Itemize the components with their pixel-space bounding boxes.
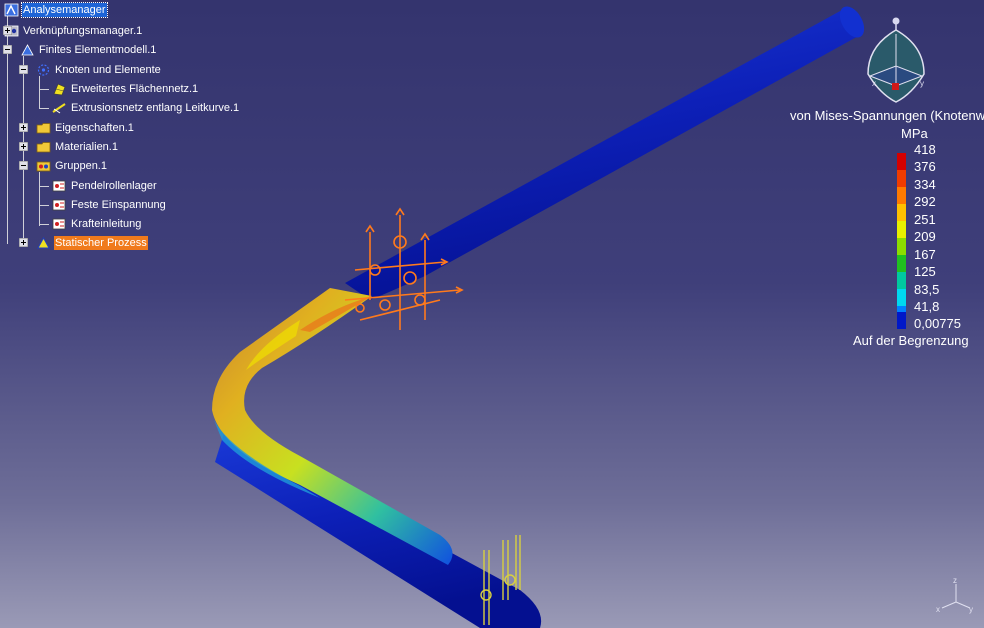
folder-icon [36, 121, 51, 135]
specification-tree: Analysemanager Verknüpfungsmanager.1 Fin… [0, 0, 260, 260]
legend-swatch [897, 312, 906, 329]
tree-label: Feste Einspannung [71, 199, 166, 211]
analysis-manager-icon [4, 3, 19, 17]
tree-item-knoten-und-elemente[interactable]: Knoten und Elemente [36, 62, 162, 78]
tree-label: Verknüpfungsmanager.1 [23, 25, 143, 37]
collapse-minus-icon[interactable] [3, 45, 12, 54]
legend-swatch [897, 272, 906, 289]
legend-swatch [897, 289, 906, 306]
groups-icon [36, 159, 51, 173]
finite-element-model-icon [20, 43, 35, 57]
tree-label: Krafteinleitung [71, 218, 142, 230]
tree-label: Knoten und Elemente [55, 64, 161, 76]
tree-label: Statischer Prozess [54, 236, 148, 250]
legend-swatch [897, 238, 906, 255]
expand-plus-icon[interactable] [19, 123, 28, 132]
legend-swatch [897, 187, 906, 204]
tree-label: Pendelrollenlager [71, 180, 157, 192]
group-item-icon [52, 179, 67, 193]
legend-swatch [897, 255, 906, 272]
legend-swatch [897, 221, 906, 238]
tree-item-statischer-prozess[interactable]: Statischer Prozess [36, 235, 148, 251]
tree-item-flaechennetz[interactable]: Erweitertes Flächennetz.1 [52, 81, 199, 97]
legend-footer: Auf der Begrenzung [853, 333, 969, 348]
collapse-minus-icon[interactable] [19, 161, 28, 170]
tree-item-finites-elementmodell[interactable]: Finites Elementmodell.1 [20, 42, 157, 58]
stress-legend: von Mises-Spannungen (Knotenwerte) MPa 4… [788, 108, 984, 353]
tree-item-eigenschaften[interactable]: Eigenschaften.1 [36, 120, 135, 136]
tree-label: Eigenschaften.1 [55, 122, 134, 134]
group-item-icon [52, 198, 67, 212]
tree-label: Extrusionsnetz entlang Leitkurve.1 [71, 102, 240, 114]
legend-title: von Mises-Spannungen (Knotenwerte) [790, 108, 984, 123]
tree-item-verknuepfungsmanager[interactable]: Verknüpfungsmanager.1 [4, 23, 143, 39]
surface-mesh-icon [52, 82, 67, 96]
expand-plus-icon[interactable] [3, 26, 12, 35]
legend-value: 418 [914, 142, 936, 157]
legend-value: 376 [914, 159, 936, 174]
legend-value: 292 [914, 194, 936, 209]
tree-item-analysemanager[interactable]: Analysemanager [4, 2, 108, 18]
axis-triad-icon: z x y [936, 576, 973, 614]
tree-item-gruppen[interactable]: Gruppen.1 [36, 158, 108, 174]
extrusion-mesh-icon [52, 101, 67, 115]
tree-label: Analysemanager [21, 2, 108, 18]
expand-plus-icon[interactable] [19, 238, 28, 247]
legend-unit: MPa [901, 126, 928, 141]
compass-x-label: x [872, 79, 876, 88]
legend-value: 125 [914, 264, 936, 279]
tree-item-krafteinleitung[interactable]: Krafteinleitung [52, 216, 142, 232]
tree-label: Materialien.1 [55, 141, 118, 153]
triad-z-label: z [953, 576, 957, 585]
folder-icon [36, 140, 51, 154]
tree-label: Finites Elementmodell.1 [39, 44, 157, 56]
compass-y-label: y [920, 79, 924, 88]
legend-value: 0,00775 [914, 316, 961, 331]
legend-value: 167 [914, 247, 936, 262]
legend-value: 83,5 [914, 282, 940, 297]
tree-item-materialien[interactable]: Materialien.1 [36, 139, 119, 155]
legend-value: 209 [914, 229, 936, 244]
compass-icon[interactable]: x y [862, 16, 934, 108]
group-item-icon [52, 217, 67, 231]
tree-item-extrusionsnetz[interactable]: Extrusionsnetz entlang Leitkurve.1 [52, 100, 240, 116]
expand-plus-icon[interactable] [19, 142, 28, 151]
collapse-minus-icon[interactable] [19, 65, 28, 74]
tree-label: Erweitertes Flächennetz.1 [71, 83, 199, 95]
tree-label: Gruppen.1 [55, 160, 107, 172]
3d-viewport[interactable]: Analysemanager Verknüpfungsmanager.1 Fin… [0, 0, 984, 628]
pipe-upper-segment [345, 9, 863, 300]
triad-y-label: y [969, 605, 973, 614]
tree-item-pendelrollenlager[interactable]: Pendelrollenlager [52, 178, 158, 194]
triad-x-label: x [936, 605, 940, 614]
tree-item-feste-einspannung[interactable]: Feste Einspannung [52, 197, 167, 213]
legend-value: 41,8 [914, 299, 940, 314]
legend-value: 251 [914, 212, 936, 227]
legend-swatch [897, 153, 906, 170]
static-process-icon [36, 236, 51, 250]
nodes-elements-icon [36, 63, 51, 77]
legend-value: 334 [914, 177, 936, 192]
legend-swatch [897, 170, 906, 187]
legend-swatch [897, 204, 906, 221]
